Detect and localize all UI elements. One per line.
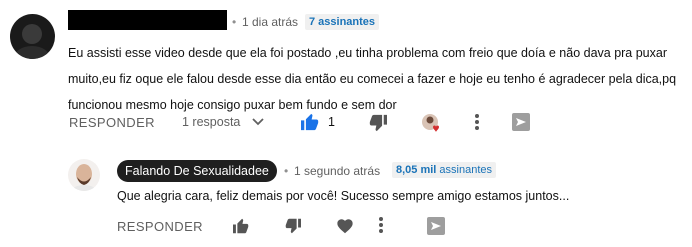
like-icon[interactable] [300,113,320,131]
dislike-icon[interactable] [368,114,388,132]
comment-text: Eu assisti esse video desde que ela foi … [68,46,677,112]
creator-heart-avatar-icon [420,112,442,134]
separator-dot: • [232,15,237,29]
heart-icon[interactable] [336,218,354,234]
like-count: 1 [328,115,335,129]
replies-count: 1 resposta [182,115,241,129]
reply-subscriber-suffix: assinantes [439,164,493,176]
reply-reply-button[interactable]: RESPONDER [117,219,203,234]
reply-timestamp[interactable]: 1 segundo atrás [294,164,380,178]
comment-timestamp[interactable]: 1 dia atrás [242,15,298,29]
reply-more-options-icon[interactable] [378,216,384,234]
view-replies-toggle[interactable]: 1 resposta [182,115,265,129]
reply-text: Que alegria cara, feliz demais por você!… [117,189,570,203]
reply-button[interactable]: RESPONDER [69,115,155,130]
subscriber-badge: 7 assinantes [305,14,380,30]
reply-like-icon[interactable] [232,218,250,234]
send-extension-icon[interactable] [511,112,531,132]
reply-subscriber-badge: 8,05 mil assinantes [392,162,497,178]
reply-send-extension-icon[interactable] [426,216,446,236]
separator-dot: • [284,164,289,178]
chevron-down-icon [252,118,265,126]
more-options-icon[interactable] [474,113,480,131]
reply-subscriber-count: 8,05 mil [396,164,437,176]
reply-author-name[interactable]: Falando De Sexualidadee [117,160,277,182]
commenter-avatar[interactable] [10,14,55,59]
reply-author-avatar[interactable] [68,159,100,191]
commenter-name-redacted[interactable] [68,10,227,30]
reply-dislike-icon[interactable] [284,218,302,234]
